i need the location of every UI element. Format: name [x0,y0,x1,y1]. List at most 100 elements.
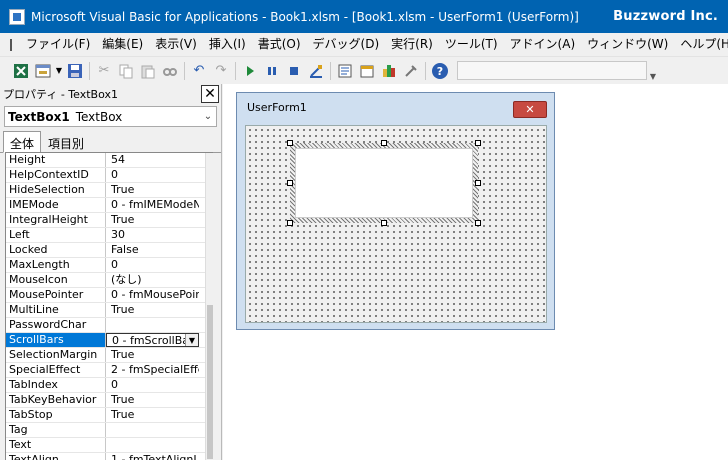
undo-icon[interactable]: ↶ [188,60,210,82]
property-name[interactable]: SelectionMargin [6,348,106,362]
cut-icon[interactable]: ✂ [93,60,115,82]
object-selector[interactable]: TextBox1 TextBox ⌄ [4,106,217,127]
property-value[interactable]: False [106,243,199,257]
property-row[interactable]: TextAlign 1 - fmTextAlignL [6,453,213,460]
property-row[interactable]: Locked False [6,243,213,258]
break-icon[interactable] [261,60,283,82]
property-value[interactable]: True [106,303,199,317]
property-row[interactable]: ScrollBars 0 - fmScrollBa ▼ [6,333,213,348]
resize-handle-top-left[interactable] [287,140,293,146]
property-value[interactable]: 1 - fmTextAlignL [106,453,199,460]
resize-handle-top[interactable] [381,140,387,146]
userform-design-grid[interactable] [245,125,547,323]
property-name[interactable]: MouseIcon [6,273,106,287]
property-name[interactable]: SpecialEffect [6,363,106,377]
property-value[interactable]: True [106,393,199,407]
find-icon[interactable] [159,60,181,82]
property-value[interactable]: 0 - fmIMEModeNo [106,198,199,212]
property-name[interactable]: Text [6,438,106,452]
scrollbar-thumb[interactable] [207,305,213,459]
redo-icon[interactable]: ↷ [210,60,232,82]
chevron-down-icon[interactable]: ⌄ [200,111,216,122]
property-row[interactable]: SelectionMargin True [6,348,213,363]
property-value[interactable] [106,318,199,332]
property-row[interactable]: TabIndex 0 [6,378,213,393]
property-name[interactable]: MultiLine [6,303,106,317]
resize-handle-bottom-right[interactable] [475,220,481,226]
project-explorer-icon[interactable] [334,60,356,82]
property-row[interactable]: Text [6,438,213,453]
property-row[interactable]: PasswordChar [6,318,213,333]
menu-format[interactable]: 書式(O) [252,33,307,56]
property-name[interactable]: HelpContextID [6,168,106,182]
property-row[interactable]: IMEMode 0 - fmIMEModeNo [6,198,213,213]
property-row[interactable]: MousePointer 0 - fmMousePoint [6,288,213,303]
property-row[interactable]: HelpContextID 0 [6,168,213,183]
property-grid-scrollbar[interactable] [205,153,213,460]
tab-alphabetic[interactable]: 全体 [3,131,42,153]
property-row[interactable]: MouseIcon (なし) [6,273,213,288]
property-value[interactable]: 0 [106,378,199,392]
property-name[interactable]: Left [6,228,106,242]
property-value[interactable]: 0 [106,168,199,182]
menu-help[interactable]: ヘルプ(H) [674,33,728,56]
property-name[interactable]: TabKeyBehavior [6,393,106,407]
menu-tools[interactable]: ツール(T) [439,33,504,56]
property-row[interactable]: MaxLength 0 [6,258,213,273]
property-row[interactable]: HideSelection True [6,183,213,198]
property-row[interactable]: TabStop True [6,408,213,423]
property-value[interactable]: True [106,213,199,227]
resize-handle-top-right[interactable] [475,140,481,146]
design-mode-icon[interactable] [305,60,327,82]
save-icon[interactable] [64,60,86,82]
menu-run[interactable]: 実行(R) [385,33,439,56]
property-value[interactable]: (なし) [106,273,199,287]
resize-handle-right[interactable] [475,180,481,186]
property-name[interactable]: Locked [6,243,106,257]
property-row[interactable]: Height 54 [6,153,213,168]
textbox1[interactable] [295,148,473,218]
paste-icon[interactable] [137,60,159,82]
userform-window[interactable]: UserForm1 ✕ [236,92,555,330]
userform-close-button[interactable]: ✕ [513,101,547,118]
property-row[interactable]: SpecialEffect 2 - fmSpecialEffe [6,363,213,378]
property-value[interactable] [106,423,199,437]
property-name[interactable]: TextAlign [6,453,106,460]
property-name[interactable]: TabStop [6,408,106,422]
excel-icon[interactable] [10,60,32,82]
property-row[interactable]: MultiLine True [6,303,213,318]
property-name[interactable]: PasswordChar [6,318,106,332]
property-row[interactable]: Tag [6,423,213,438]
property-row[interactable]: IntegralHeight True [6,213,213,228]
properties-window-icon[interactable] [356,60,378,82]
property-name[interactable]: Tag [6,423,106,437]
property-value[interactable]: 0 [106,258,199,272]
dropdown-arrow-icon[interactable]: ▼ [185,334,198,346]
menu-view[interactable]: 表示(V) [149,33,203,56]
property-value[interactable]: 2 - fmSpecialEffe [106,363,199,377]
property-name[interactable]: IntegralHeight [6,213,106,227]
property-value[interactable]: 0 - fmScrollBa ▼ [106,333,199,347]
menu-file[interactable]: ファイル(F) [20,33,96,56]
property-name[interactable]: Height [6,153,106,167]
property-name[interactable]: MaxLength [6,258,106,272]
tab-categorized[interactable]: 項目別 [41,131,91,152]
property-name[interactable]: HideSelection [6,183,106,197]
property-row[interactable]: TabKeyBehavior True [6,393,213,408]
toolbox-icon[interactable] [400,60,422,82]
menu-addins[interactable]: アドイン(A) [504,33,582,56]
property-value[interactable]: True [106,183,199,197]
property-name[interactable]: MousePointer [6,288,106,302]
run-icon[interactable] [239,60,261,82]
close-icon[interactable]: ✕ [201,85,219,103]
reset-icon[interactable] [283,60,305,82]
toolbar-options-icon[interactable]: ▼ [649,61,657,81]
menu-debug[interactable]: デバッグ(D) [307,33,386,56]
resize-handle-bottom-left[interactable] [287,220,293,226]
menu-edit[interactable]: 編集(E) [96,33,149,56]
property-value[interactable]: 30 [106,228,199,242]
insert-userform-icon[interactable] [32,60,54,82]
property-row[interactable]: Left 30 [6,228,213,243]
property-name[interactable]: ScrollBars [6,333,106,347]
property-value[interactable]: True [106,408,199,422]
